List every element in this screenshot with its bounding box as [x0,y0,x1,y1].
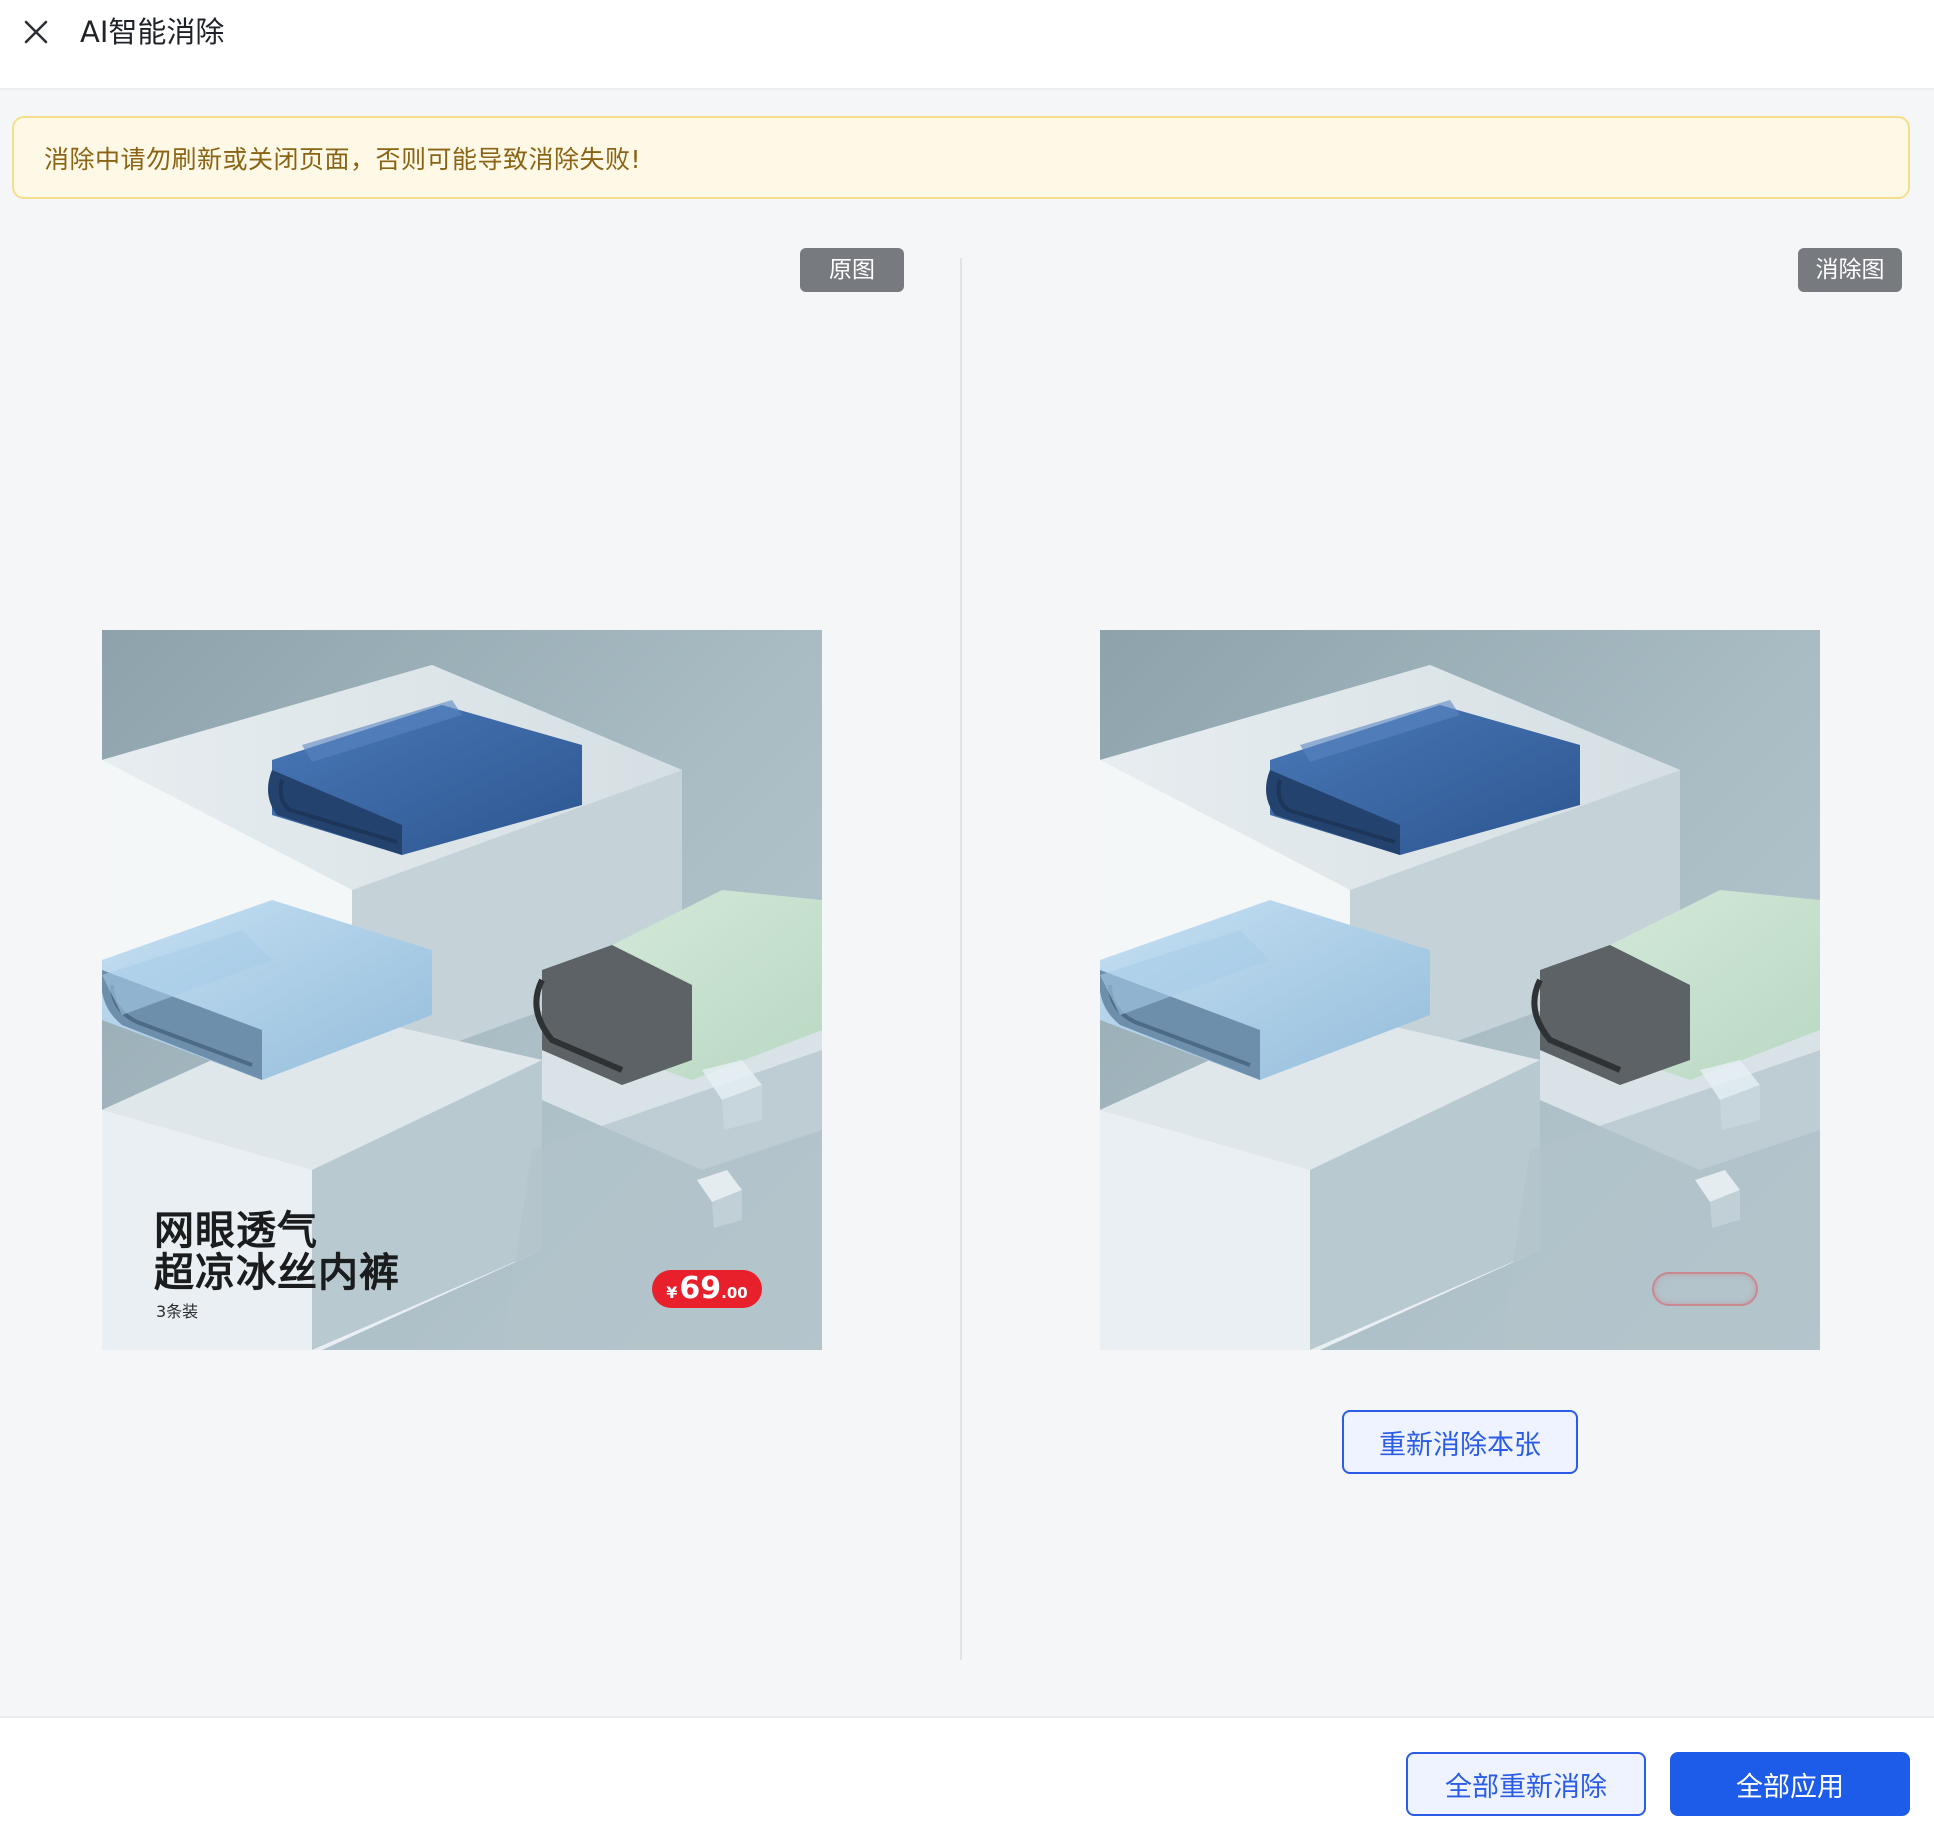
erased-price-remnant [1652,1272,1758,1306]
product-headline: 网眼透气 超凉冰丝内裤 [154,1210,400,1294]
erased-product-photo [1100,630,1820,1350]
apply-all-button[interactable]: 全部应用 [1670,1752,1910,1816]
dialog-title: AI智能消除 [80,15,225,49]
headline-line-1: 网眼透气 [154,1208,318,1254]
ai-erase-dialog: AI智能消除 消除中请勿刷新或关闭页面，否则可能导致消除失败! 原图 消除图 网… [0,0,1934,1824]
dialog-header: AI智能消除 [0,0,1934,90]
price-badge: ¥ 69 .00 [652,1270,762,1308]
close-button[interactable] [16,12,56,52]
warning-text: 消除中请勿刷新或关闭页面，否则可能导致消除失败! [44,144,642,174]
redo-all-button[interactable]: 全部重新消除 [1406,1752,1646,1816]
original-tag: 原图 [800,248,904,292]
warning-banner: 消除中请勿刷新或关闭页面，否则可能导致消除失败! [12,116,1910,199]
result-tag: 消除图 [1798,248,1902,292]
price-symbol: ¥ [666,1283,678,1302]
redo-this-button[interactable]: 重新消除本张 [1342,1410,1578,1474]
panel-divider [960,258,962,1660]
product-subtitle: 3条装 [156,1302,199,1321]
result-image [1100,630,1820,1350]
price-decimal: .00 [721,1284,748,1302]
original-image: 网眼透气 超凉冰丝内裤 3条装 ¥ 69 .00 [102,630,822,1350]
price-main: 69 [679,1271,722,1306]
close-icon [24,20,48,44]
headline-line-2: 超凉冰丝内裤 [154,1250,400,1296]
